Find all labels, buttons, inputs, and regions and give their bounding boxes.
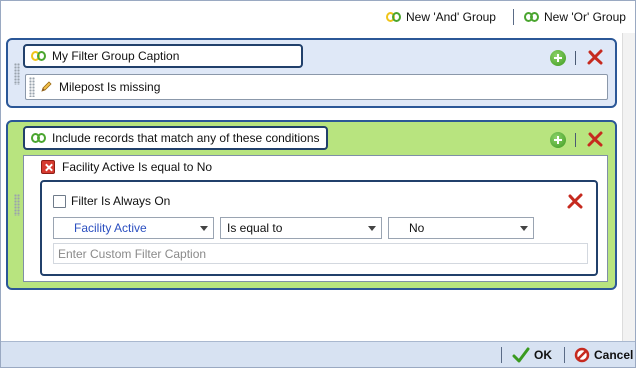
condition-editor: Filter Is Always On Facility Active Is e… — [40, 180, 598, 276]
condition-row[interactable]: Facility Active Is equal to No — [41, 160, 212, 174]
always-on-label: Filter Is Always On — [71, 194, 171, 208]
delete-group-icon[interactable] — [586, 48, 604, 66]
operator-select[interactable]: Is equal to — [220, 217, 382, 239]
new-or-group-label: New 'Or' Group — [544, 10, 626, 24]
delete-condition-icon[interactable] — [566, 192, 584, 210]
add-condition-icon[interactable] — [550, 132, 566, 148]
checkbox-box[interactable] — [53, 194, 66, 208]
remove-condition-icon[interactable] — [41, 160, 55, 174]
filter-groups-area: My Filter Group Caption Milepost Is miss… — [1, 33, 635, 341]
checkmark-icon — [512, 347, 530, 363]
drag-handle-icon[interactable] — [14, 194, 20, 216]
group-caption-field[interactable]: My Filter Group Caption — [23, 44, 303, 68]
filter-group-and: My Filter Group Caption Milepost Is miss… — [6, 38, 617, 108]
new-or-group-button[interactable]: New 'Or' Group — [524, 8, 626, 26]
group-rings-icon — [31, 132, 47, 144]
group-rings-icon — [386, 11, 402, 23]
condition-row[interactable]: Milepost Is missing — [25, 74, 608, 100]
footer-separator — [564, 347, 565, 363]
drag-handle-icon[interactable] — [14, 63, 20, 85]
toolbar: New 'And' Group New 'Or' Group — [1, 1, 635, 33]
filter-editor-window: New 'And' Group New 'Or' Group My Filter… — [0, 0, 636, 368]
value-select-value: No — [409, 221, 425, 235]
condition-text: Milepost Is missing — [59, 80, 161, 94]
ok-button[interactable]: OK — [512, 347, 552, 363]
condition-text: Facility Active Is equal to No — [62, 160, 213, 174]
custom-caption-placeholder: Enter Custom Filter Caption — [58, 246, 207, 261]
action-separator — [575, 51, 576, 65]
cancel-button[interactable]: Cancel — [574, 347, 633, 363]
group-rings-icon — [31, 50, 47, 62]
chevron-down-icon — [520, 226, 528, 231]
cancel-label: Cancel — [594, 348, 634, 362]
action-separator — [575, 133, 576, 147]
group-caption-field[interactable]: Include records that match any of these … — [23, 126, 328, 150]
chevron-down-icon — [368, 226, 376, 231]
toolbar-separator — [513, 9, 514, 25]
ok-label: OK — [534, 348, 552, 362]
always-on-checkbox[interactable]: Filter Is Always On — [53, 194, 170, 208]
custom-caption-input[interactable]: Enter Custom Filter Caption — [53, 243, 588, 264]
dialog-footer: OK Cancel — [1, 341, 635, 367]
field-select-value: Facility Active — [74, 221, 147, 235]
drag-handle-icon[interactable] — [29, 77, 35, 97]
pencil-icon — [41, 81, 52, 92]
footer-separator — [501, 347, 502, 363]
cancel-icon — [574, 347, 590, 363]
add-condition-icon[interactable] — [550, 50, 566, 66]
chevron-down-icon — [200, 226, 208, 231]
delete-group-icon[interactable] — [586, 130, 604, 148]
field-select[interactable]: Facility Active — [53, 217, 214, 239]
vertical-scrollbar[interactable] — [622, 33, 635, 341]
group-caption-text: My Filter Group Caption — [52, 49, 180, 63]
value-select[interactable]: No — [388, 217, 534, 239]
new-and-group-button[interactable]: New 'And' Group — [386, 8, 496, 26]
operator-select-value: Is equal to — [227, 221, 283, 235]
group-caption-text: Include records that match any of these … — [52, 131, 320, 145]
group-rings-icon — [524, 11, 540, 23]
new-and-group-label: New 'And' Group — [406, 10, 496, 24]
